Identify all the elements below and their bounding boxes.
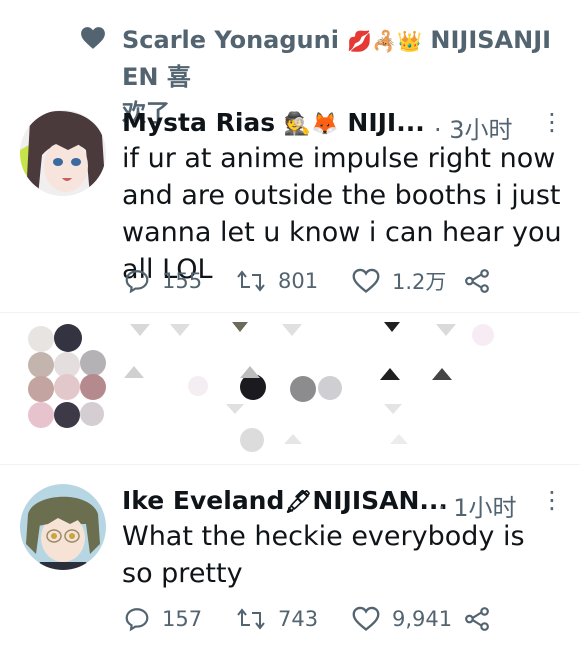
liked-by-emojis: 💋🦂👑 xyxy=(347,29,423,53)
share-button[interactable] xyxy=(464,606,490,632)
retweet-button[interactable]: 801 xyxy=(236,268,352,294)
retweet-count: 801 xyxy=(278,269,319,293)
share-icon xyxy=(465,607,489,631)
reply-count: 157 xyxy=(162,607,203,631)
reply-icon xyxy=(125,608,149,632)
tweet-ike[interactable]: Ike Eveland🖋NIJISAN... · 1小时 ⋮ What the … xyxy=(0,466,580,647)
author-name[interactable]: Ike Eveland xyxy=(122,486,284,515)
reply-count: 155 xyxy=(162,269,203,293)
author-name[interactable]: Mysta Rias xyxy=(122,108,275,137)
divider xyxy=(0,464,580,465)
tweet-author[interactable]: Mysta Rias 🕵🦊 NIJI... xyxy=(122,108,425,137)
author-emojis: 🕵🦊 xyxy=(283,112,339,137)
like-count: 1.2万 xyxy=(392,270,447,294)
retweet-count: 743 xyxy=(278,607,319,631)
retweet-icon xyxy=(237,608,265,630)
retweet-button[interactable]: 743 xyxy=(236,606,352,632)
author-suffix: NIJISAN... xyxy=(312,486,448,515)
tweet-author[interactable]: Ike Eveland🖋NIJISAN... xyxy=(122,486,448,515)
like-icon xyxy=(352,606,380,631)
tweet-actions: 155 801 1.2万 xyxy=(124,266,564,296)
author-suffix: NIJI... xyxy=(347,108,425,137)
avatar[interactable] xyxy=(20,484,106,570)
tweet-text: What the heckie everybody is so pretty xyxy=(122,521,525,589)
retweet-icon xyxy=(237,270,265,292)
share-icon xyxy=(465,269,489,293)
more-options-icon[interactable]: ⋮ xyxy=(540,486,564,514)
like-count: 9,941 xyxy=(392,607,453,631)
liked-by-user[interactable]: Scarle Yonaguni xyxy=(122,26,339,54)
share-button[interactable] xyxy=(464,268,490,294)
like-button[interactable]: 1.2万 xyxy=(352,266,464,296)
tweet-mysta[interactable]: Mysta Rias 🕵🦊 NIJI... · 3小时 ⋮ if ur at a… xyxy=(0,100,580,312)
obscured-tweet xyxy=(0,312,580,462)
avatar[interactable] xyxy=(20,110,106,196)
more-options-icon[interactable]: ⋮ xyxy=(540,108,564,136)
reply-button[interactable]: 157 xyxy=(124,606,236,632)
reply-button[interactable]: 155 xyxy=(124,268,236,294)
tweet-actions: 157 743 9,941 xyxy=(124,606,564,632)
heart-icon xyxy=(81,27,105,49)
like-button[interactable]: 9,941 xyxy=(352,606,464,632)
like-icon xyxy=(352,268,380,293)
liked-by-row[interactable]: Scarle Yonaguni 💋🦂👑 NIJISANJI EN 喜 欢了 xyxy=(0,0,580,127)
reply-icon xyxy=(125,270,149,294)
author-emojis: 🖋 xyxy=(284,490,313,515)
